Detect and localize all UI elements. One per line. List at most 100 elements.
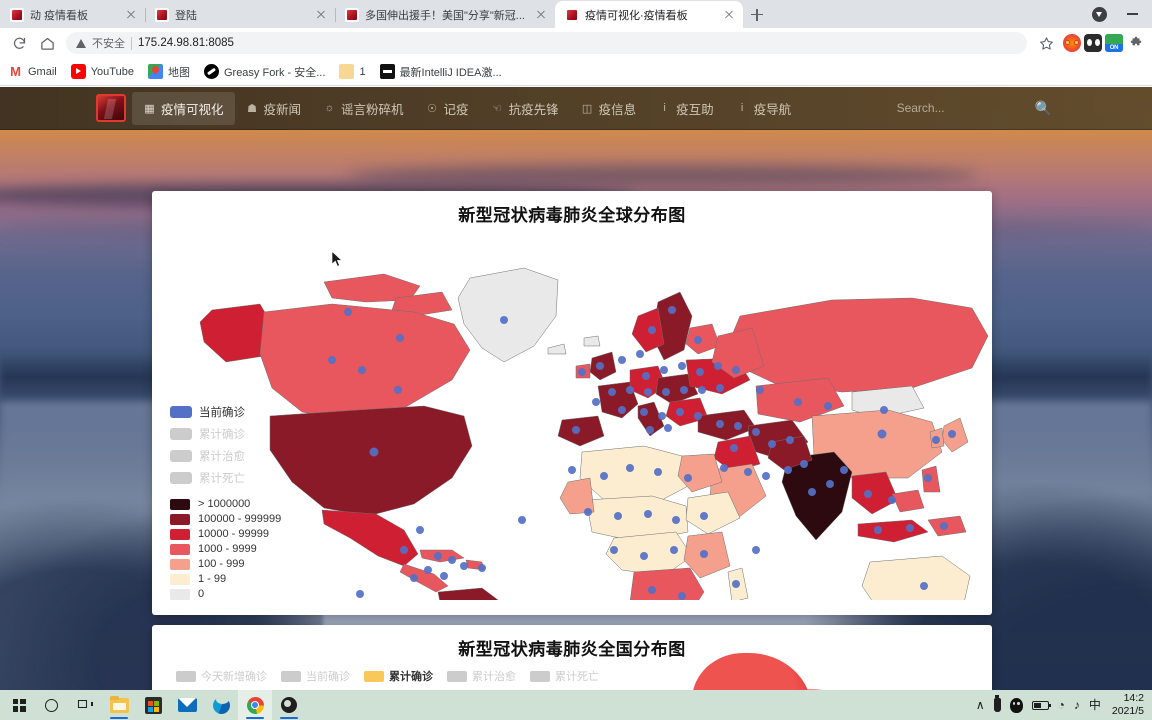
bookmark-youtube[interactable]: YouTube	[70, 64, 134, 79]
scale-swatch	[170, 588, 190, 600]
browser-tab-3[interactable]: 多国伸出援手！美国"分享"新冠...	[335, 1, 555, 28]
speaker-icon[interactable]: ♪	[1074, 699, 1080, 711]
legend-item-total-confirmed[interactable]: 累计确诊	[170, 426, 245, 442]
legend-item-current-confirmed[interactable]: 当前确诊	[170, 404, 245, 420]
legend-item-total-recovered[interactable]: 累计治愈	[447, 668, 516, 684]
bookmark-label: Gmail	[28, 65, 57, 78]
qq-icon[interactable]	[1009, 697, 1023, 713]
world-map-card: 新型冠状病毒肺炎全球分布图 当前确诊 累计确诊 累计治愈 累计死亡 > 1000…	[152, 191, 992, 615]
favicon-virus-icon	[565, 7, 579, 22]
mail-icon	[177, 698, 197, 712]
google-chrome-button[interactable]	[238, 690, 272, 720]
china-map-card: 新型冠状病毒肺炎全国分布图 今天新增确诊 当前确诊 累计确诊 累计治愈 累计死亡	[152, 625, 992, 690]
address-bar[interactable]: 不安全 175.24.98.81:8085	[66, 32, 1027, 54]
legend-swatch	[170, 428, 192, 440]
minimize-icon[interactable]	[1112, 0, 1152, 28]
chevron-up-icon[interactable]: ∧	[976, 699, 985, 711]
battery-icon[interactable]	[1031, 700, 1051, 710]
nav-label: 疫导航	[753, 102, 792, 117]
bookmark-intellij[interactable]: 最新IntelliJ IDEA激...	[379, 64, 502, 80]
scale-bin-7: 0	[170, 588, 281, 600]
clock[interactable]: 14:2 2021/5	[1110, 692, 1144, 718]
nav-item-visualization[interactable]: ▦ 疫情可视化	[132, 91, 235, 125]
browser-tab-4-active[interactable]: 疫情可视化·疫情看板	[555, 1, 743, 28]
bookmark-greasyfork[interactable]: Greasy Fork - 安全...	[203, 64, 326, 80]
extension-panda-icon[interactable]	[1084, 34, 1102, 52]
extension-icons: ON	[1061, 33, 1146, 53]
nav-label: 记疫	[443, 102, 469, 117]
nav-item-diary[interactable]: ☉ 记疫	[415, 92, 480, 125]
usb-icon[interactable]	[993, 695, 1001, 712]
task-view-button[interactable]	[68, 690, 102, 720]
legend-item-current-confirmed[interactable]: 当前确诊	[281, 668, 350, 684]
bookmark-folder-1[interactable]: 1	[339, 64, 366, 79]
legend-label: 累计治愈	[199, 451, 245, 463]
bookmark-label: Greasy Fork - 安全...	[223, 66, 326, 79]
tab-strip: 动 疫情看板 登陆 多国伸出援手！美国"分享"新冠... 疫情可视化·疫情看板	[0, 0, 1152, 28]
world-choropleth-map[interactable]: 当前确诊 累计确诊 累计治愈 累计死亡 > 1000000 100000 - 9…	[152, 226, 992, 650]
chart-icon: ▦	[144, 102, 155, 115]
legend-item-today-new-confirmed[interactable]: 今天新增确诊	[176, 668, 267, 684]
book-icon: ◫	[581, 102, 593, 115]
microsoft-edge-button[interactable]	[204, 690, 238, 720]
tab-close-icon[interactable]	[721, 7, 737, 23]
obs-studio-button[interactable]	[272, 690, 306, 720]
nav-label: 疫信息	[598, 102, 637, 117]
search-button[interactable]	[34, 690, 68, 720]
search-input[interactable]	[896, 101, 1017, 115]
bookmark-gmail[interactable]: M Gmail	[8, 64, 57, 79]
legend-item-total-deaths[interactable]: 累计死亡	[170, 470, 245, 486]
tab-title: 动 疫情看板	[30, 9, 89, 22]
start-button[interactable]	[4, 690, 34, 720]
tab-close-icon[interactable]	[313, 7, 329, 23]
url-text: 175.24.98.81:8085	[138, 37, 234, 49]
wifi-icon[interactable]: ◔	[1058, 699, 1065, 711]
extension-on-toggle-icon[interactable]: ON	[1105, 34, 1123, 52]
legend-item-total-recovered[interactable]: 累计治愈	[170, 448, 245, 464]
scale-bin-4: 1000 - 9999	[170, 543, 281, 555]
legend-label: 累计确诊	[389, 671, 433, 683]
folder-icon	[339, 64, 355, 79]
task-view-icon	[77, 699, 93, 711]
nav-item-mutual-aid[interactable]: i 疫互助	[647, 92, 725, 125]
site-search: 🔍	[896, 100, 1052, 117]
scale-bin-3: 10000 - 99999	[170, 528, 281, 540]
home-icon[interactable]	[34, 30, 60, 56]
new-tab-button[interactable]	[743, 1, 771, 28]
tab-close-icon[interactable]	[123, 7, 139, 23]
site-logo-virus-icon[interactable]	[96, 94, 126, 122]
mail-button[interactable]	[170, 690, 204, 720]
bookmark-label: 地图	[167, 66, 190, 79]
favicon-virus-icon	[345, 7, 359, 22]
legend-item-total-confirmed[interactable]: 累计确诊	[364, 668, 433, 684]
obs-icon	[281, 697, 297, 713]
tab-title: 疫情可视化·疫情看板	[585, 9, 688, 22]
ime-icon[interactable]: 中	[1089, 699, 1101, 711]
file-explorer-button[interactable]	[102, 690, 136, 720]
legend-item-total-deaths[interactable]: 累计死亡	[530, 668, 599, 684]
store-icon	[144, 696, 162, 714]
nav-item-news[interactable]: ☗ 疫新闻	[235, 92, 313, 125]
profile-icon[interactable]	[1086, 1, 1112, 27]
nav-item-navigation[interactable]: i 疫导航	[725, 92, 803, 125]
bookmark-maps[interactable]: 地图	[147, 64, 190, 80]
legend-label: 累计治愈	[472, 671, 516, 683]
browser-tab-1[interactable]: 动 疫情看板	[0, 1, 145, 28]
tab-close-icon[interactable]	[533, 7, 549, 23]
scale-label: 10000 - 99999	[198, 528, 269, 540]
scale-label: > 1000000	[198, 498, 251, 510]
star-icon[interactable]	[1033, 30, 1059, 56]
nav-item-rumor-crusher[interactable]: ☼ 谣言粉碎机	[312, 92, 415, 125]
nav-item-info[interactable]: ◫ 疫信息	[570, 92, 648, 125]
legend-swatch	[447, 670, 467, 682]
extension-orange-icon[interactable]	[1063, 34, 1081, 52]
nav-item-pioneers[interactable]: ☜ 抗疫先锋	[480, 92, 570, 125]
scale-label: 100 - 999	[198, 558, 245, 570]
reload-icon[interactable]	[6, 30, 32, 56]
puzzle-icon[interactable]	[1126, 33, 1146, 53]
microsoft-store-button[interactable]	[136, 690, 170, 720]
browser-tab-2[interactable]: 登陆	[145, 1, 335, 28]
search-icon[interactable]: 🔍	[1035, 100, 1052, 117]
chrome-browser-window: 动 疫情看板 登陆 多国伸出援手！美国"分享"新冠... 疫情可视化·疫情看板	[0, 0, 1152, 690]
legend-label: 累计死亡	[199, 473, 245, 485]
